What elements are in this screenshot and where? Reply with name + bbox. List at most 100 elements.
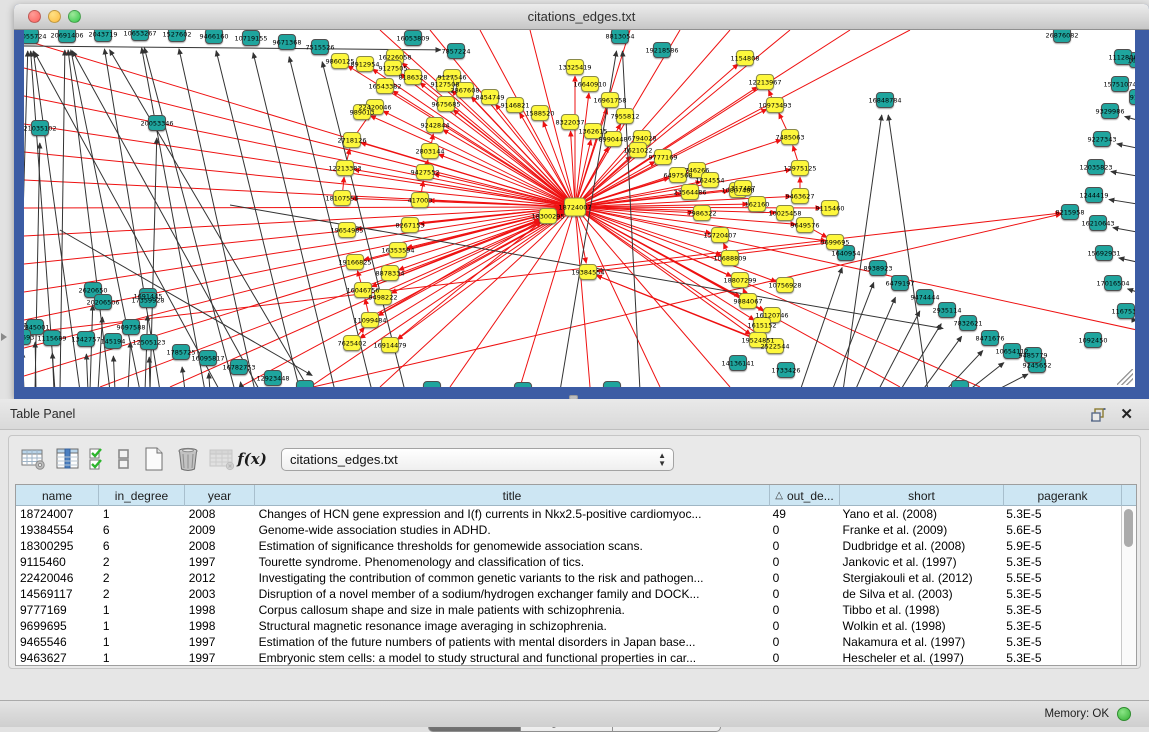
svg-text:16914479: 16914479	[373, 341, 406, 349]
table-cell: 5.3E-5	[1002, 634, 1120, 650]
column-header-out_de[interactable]: △out_de...	[770, 485, 840, 506]
table-cell: 6	[99, 538, 185, 554]
svg-text:8186328: 8186328	[399, 73, 428, 81]
svg-text:15720407: 15720407	[703, 231, 736, 239]
svg-text:1588520: 1588520	[526, 109, 555, 117]
table-row[interactable]: 2242004622012Investigating the contribut…	[16, 570, 1120, 586]
svg-text:18724007: 18724007	[558, 203, 591, 211]
svg-text:16053809: 16053809	[396, 34, 429, 42]
table-settings-icon[interactable]	[17, 444, 51, 474]
column-header-title[interactable]: title	[255, 485, 770, 506]
svg-text:9245652: 9245652	[1023, 361, 1052, 369]
citation-network-graph[interactable]: 1405572420691406204371910653267152760294…	[24, 30, 1135, 387]
svg-text:9127: 9127	[1130, 93, 1135, 101]
column-header-in_degree[interactable]: in_degree	[99, 485, 185, 506]
svg-text:15692931: 15692931	[1087, 249, 1120, 257]
memory-ok-indicator	[1117, 707, 1131, 721]
trash-icon[interactable]	[171, 444, 205, 474]
sort-ascending-icon: △	[775, 490, 783, 501]
svg-text:1362615: 1362615	[579, 127, 608, 135]
svg-text:16095817: 16095817	[191, 354, 224, 362]
select-stepper-icon: ▲▼	[658, 452, 666, 468]
table-cell: Estimation of the future numbers of pati…	[255, 634, 769, 650]
table-cell: 5.3E-5	[1002, 602, 1120, 618]
svg-text:2620650: 2620650	[79, 286, 108, 294]
graph-node[interactable]	[515, 383, 532, 388]
svg-text:9498222: 9498222	[369, 293, 398, 301]
close-panel-icon[interactable]: ✕	[1120, 405, 1133, 423]
show-columns-icon[interactable]	[51, 444, 85, 474]
table-cell: de Silva et al. (2003)	[839, 586, 1003, 602]
table-row[interactable]: 911546021997Tourette syndrome. Phenomeno…	[16, 554, 1120, 570]
table-cell: 18300295	[16, 538, 99, 554]
table-vertical-scrollbar[interactable]	[1121, 506, 1136, 665]
table-cell: 5.6E-5	[1002, 522, 1120, 538]
svg-text:12213967: 12213967	[748, 78, 781, 86]
table-row[interactable]: 977716911998Corpus callosum shape and si…	[16, 602, 1120, 618]
svg-text:1845001: 1845001	[24, 323, 49, 331]
table-row[interactable]: 946362711997Embryonic stem cells: a mode…	[16, 650, 1120, 666]
svg-text:9329986: 9329986	[1096, 107, 1125, 115]
network-canvas[interactable]: 1405572420691406204371910653267152760294…	[24, 30, 1135, 387]
column-header-name[interactable]: name	[16, 485, 99, 506]
table-cell: 1998	[185, 618, 255, 634]
svg-text:145194: 145194	[101, 337, 126, 345]
function-icon[interactable]: f(x)	[239, 444, 265, 474]
column-header-year[interactable]: year	[185, 485, 255, 506]
svg-text:417003: 417003	[408, 196, 433, 204]
table-header-row: namein_degreeyeartitle△out_de...shortpag…	[16, 485, 1136, 506]
table-row[interactable]: 1830029562008Estimation of significance …	[16, 538, 1120, 554]
row-height-icon[interactable]	[111, 444, 137, 474]
svg-text:2718126: 2718126	[338, 136, 367, 144]
column-header-pagerank[interactable]: pagerank	[1004, 485, 1122, 506]
svg-text:16226058: 16226058	[378, 53, 411, 61]
svg-text:989013: 989013	[350, 108, 375, 116]
new-document-icon[interactable]	[137, 444, 171, 474]
delete-table-icon[interactable]	[205, 444, 239, 474]
svg-text:10653267: 10653267	[123, 30, 156, 37]
float-panel-icon[interactable]	[1089, 406, 1107, 424]
svg-text:9227343: 9227343	[1088, 135, 1117, 143]
table-cell: 9115460	[16, 554, 99, 570]
column-header-short[interactable]: short	[840, 485, 1004, 506]
table-cell: Tourette syndrome. Phenomenology and cla…	[255, 554, 769, 570]
table-body: 1872400712008Changes of HCN gene express…	[16, 506, 1120, 665]
table-cell: 14569117	[16, 586, 99, 602]
table-source-select[interactable]: citations_edges.txt ▲▼	[281, 448, 674, 471]
table-row[interactable]: 1456911722003Disruption of a novel membe…	[16, 586, 1120, 602]
svg-text:8454749: 8454749	[476, 93, 505, 101]
svg-text:9884067: 9884067	[734, 297, 763, 305]
table-cell: Investigating the contribution of common…	[255, 570, 769, 586]
table-cell: Changes of HCN gene expression and I(f) …	[255, 506, 769, 522]
window-resize-grip[interactable]	[1117, 369, 1133, 385]
svg-text:10719155: 10719155	[234, 34, 267, 42]
table-cell: Structural magnetic resonance image aver…	[255, 618, 769, 634]
select-checkbox-icon[interactable]	[85, 444, 111, 474]
graph-node[interactable]	[604, 382, 621, 388]
graph-node[interactable]	[424, 382, 441, 388]
svg-text:9474444: 9474444	[911, 293, 940, 301]
svg-text:19384554: 19384554	[571, 268, 604, 276]
table-cell: 5.3E-5	[1002, 618, 1120, 634]
graph-node[interactable]	[297, 381, 314, 388]
table-cell: 5.3E-5	[1002, 506, 1120, 522]
window-titlebar[interactable]: citations_edges.txt	[14, 4, 1149, 30]
table-panel-header: Table Panel ✕	[0, 399, 1149, 430]
table-row[interactable]: 1938455462009Genome-wide association stu…	[16, 522, 1120, 538]
table-row[interactable]: 946554611997Estimation of the future num…	[16, 634, 1120, 650]
network-window: citations_edges.txt 14055724206914062043…	[14, 4, 1149, 399]
svg-text:7485063: 7485063	[776, 133, 805, 141]
graph-node[interactable]	[952, 381, 969, 388]
table-row[interactable]: 969969511998Structural magnetic resonanc…	[16, 618, 1120, 634]
scrollbar-thumb[interactable]	[1124, 509, 1133, 547]
table-cell: 2	[99, 554, 185, 570]
table-cell: 1998	[185, 602, 255, 618]
svg-text:9485779: 9485779	[1019, 351, 1048, 359]
panel-collapse-arrow-icon[interactable]	[1, 333, 7, 341]
table-cell: 5.5E-5	[1002, 570, 1120, 586]
table-cell: 5.3E-5	[1002, 650, 1120, 666]
table-row[interactable]: 1872400712008Changes of HCN gene express…	[16, 506, 1120, 522]
svg-text:18300295: 18300295	[531, 212, 564, 220]
table-cell: Genome-wide association studies in ADHD.	[255, 522, 769, 538]
svg-text:17359928: 17359928	[131, 296, 164, 304]
